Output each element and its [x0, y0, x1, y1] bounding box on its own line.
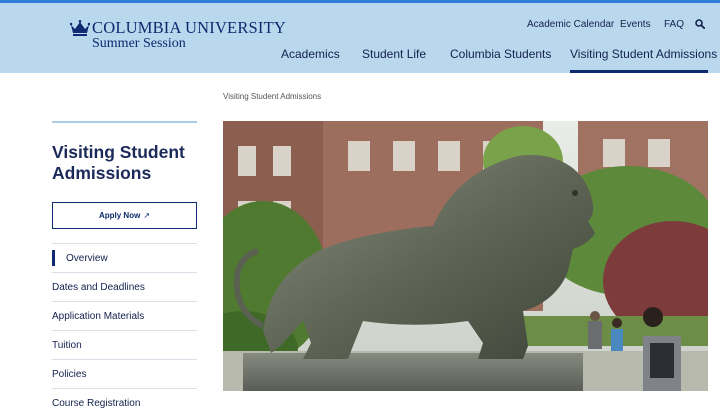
- sidebar-item-dates-and-deadlines[interactable]: Dates and Deadlines: [52, 272, 197, 301]
- faq-link[interactable]: FAQ: [664, 19, 684, 30]
- sidebar-item-overview[interactable]: Overview: [52, 243, 197, 272]
- school-name: Summer Session: [92, 36, 186, 51]
- sidebar-divider: [52, 121, 197, 123]
- events-link[interactable]: Events: [620, 19, 651, 30]
- university-name: COLUMBIA UNIVERSITY: [92, 18, 287, 37]
- breadcrumb[interactable]: Visiting Student Admissions: [223, 92, 321, 101]
- apply-now-label: Apply Now: [98, 211, 141, 220]
- columbia-logo[interactable]: COLUMBIA UNIVERSITY Summer Session: [70, 18, 286, 54]
- nav-academics[interactable]: Academics: [281, 47, 340, 61]
- nav-active-indicator: [570, 70, 708, 73]
- apply-now-button[interactable]: Apply Now ↗: [52, 202, 197, 229]
- hero-image-lion-statue: [223, 121, 708, 391]
- academic-calendar-link[interactable]: Academic Calendar: [527, 19, 614, 30]
- sidebar-item-tuition[interactable]: Tuition: [52, 330, 197, 359]
- sidebar-menu: Overview Dates and Deadlines Application…: [52, 243, 197, 412]
- nav-columbia-students[interactable]: Columbia Students: [450, 47, 551, 61]
- page-title: Visiting Student Admissions: [52, 142, 185, 183]
- nav-student-life[interactable]: Student Life: [362, 47, 426, 61]
- external-link-icon: ↗: [143, 211, 151, 220]
- sidebar-item-application-materials[interactable]: Application Materials: [52, 301, 197, 330]
- sidebar-item-course-registration[interactable]: Course Registration: [52, 388, 197, 412]
- nav-visiting-student-admissions[interactable]: Visiting Student Admissions: [570, 47, 717, 61]
- sidebar-item-policies[interactable]: Policies: [52, 359, 197, 388]
- crown-icon: [70, 20, 90, 36]
- search-icon[interactable]: [695, 19, 705, 29]
